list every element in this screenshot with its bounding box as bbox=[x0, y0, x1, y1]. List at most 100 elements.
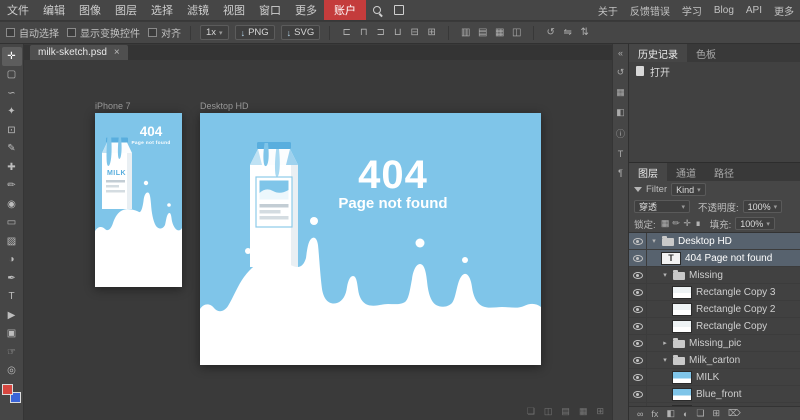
layer-visibility-toggle[interactable] bbox=[629, 335, 647, 351]
layer-visibility-toggle[interactable] bbox=[629, 284, 647, 300]
layer-row-rectangle-copy-3[interactable]: Rectangle Copy 3 bbox=[629, 284, 800, 301]
align-bottom-icon[interactable]: ⊞ bbox=[424, 27, 439, 38]
close-icon[interactable]: × bbox=[114, 47, 120, 58]
collapse-group-icon[interactable]: ▾ bbox=[661, 356, 669, 364]
distribute-horizontal-icon[interactable]: ▥ bbox=[458, 27, 473, 38]
layer-row-milk-carton[interactable]: ▾Milk_carton bbox=[629, 352, 800, 369]
layer-row-rectangle-copy-2[interactable]: Rectangle Copy 2 bbox=[629, 301, 800, 318]
new-layer-icon[interactable]: ⊞ bbox=[712, 408, 720, 419]
panel-tab[interactable]: 通道 bbox=[667, 163, 705, 181]
layer-row-missing[interactable]: ▾Missing bbox=[629, 267, 800, 284]
export-scale-select[interactable]: 1x ▾ bbox=[200, 25, 229, 40]
menu-link[interactable]: 关于 bbox=[592, 0, 624, 20]
menu-item[interactable]: 文件 bbox=[0, 0, 36, 20]
lock-transparency-icon[interactable]: ▦ bbox=[660, 218, 671, 229]
align-left-icon[interactable]: ⊏ bbox=[339, 27, 354, 38]
align-top-icon[interactable]: ⊔ bbox=[390, 27, 405, 38]
canvas-area[interactable]: iPhone 7 404 Page not found MILK bbox=[24, 60, 612, 420]
document-tab[interactable]: milk-sketch.psd × bbox=[30, 45, 128, 60]
layer-row-blue-front[interactable]: Blue_front bbox=[629, 386, 800, 403]
menu-item[interactable]: 更多 bbox=[288, 0, 324, 20]
rows-view-icon[interactable]: ▤ bbox=[561, 406, 570, 417]
layer-visibility-toggle[interactable] bbox=[629, 352, 647, 368]
eyedropper-tool[interactable]: ✎ bbox=[2, 140, 22, 159]
shape-tool[interactable]: ▣ bbox=[2, 325, 22, 344]
layer-thumbnail[interactable] bbox=[672, 286, 692, 299]
healing-brush-tool[interactable]: ✚ bbox=[2, 158, 22, 177]
apps-menu-icon[interactable]: ⊞ bbox=[596, 406, 604, 417]
thumbnails-view-icon[interactable]: ▦ bbox=[579, 406, 588, 417]
layer-row-rectangle-copy[interactable]: Rectangle Copy bbox=[629, 318, 800, 335]
option-checkbox[interactable]: 对齐 bbox=[148, 25, 181, 40]
option-checkbox[interactable]: 显示变换控件 bbox=[67, 25, 140, 40]
menu-item[interactable]: 图像 bbox=[72, 0, 108, 20]
zoom-tool[interactable]: ◎ bbox=[2, 362, 22, 381]
type-tool[interactable]: T bbox=[2, 288, 22, 307]
menu-item[interactable]: 视图 bbox=[216, 0, 252, 20]
magic-wand-tool[interactable]: ✦ bbox=[2, 103, 22, 122]
account-button[interactable]: 账户 bbox=[324, 0, 366, 20]
search-button[interactable] bbox=[366, 0, 388, 20]
layer-visibility-toggle[interactable] bbox=[629, 267, 647, 283]
adjustment-layer-icon[interactable]: ◐ bbox=[683, 409, 688, 419]
menu-item[interactable]: 窗口 bbox=[252, 0, 288, 20]
layer-visibility-toggle[interactable] bbox=[629, 301, 647, 317]
eraser-tool[interactable]: ▭ bbox=[2, 214, 22, 233]
align-center-horizontal-icon[interactable]: ⊓ bbox=[356, 27, 371, 38]
layer-visibility-toggle[interactable] bbox=[629, 233, 647, 249]
export-svg-button[interactable]: ↓ SVG bbox=[281, 25, 321, 40]
align-center-vertical-icon[interactable]: ⊟ bbox=[407, 27, 422, 38]
lock-pixels-icon[interactable]: ✏ bbox=[671, 218, 682, 229]
delete-layer-icon[interactable]: ⌦ bbox=[728, 408, 741, 419]
export-png-button[interactable]: ↓ PNG bbox=[235, 25, 275, 40]
crop-tool[interactable]: ⊡ bbox=[2, 121, 22, 140]
layer-thumbnail[interactable] bbox=[672, 388, 692, 401]
artboard-desktop-hd[interactable]: 404 Page not found bbox=[200, 113, 541, 365]
panel-tab[interactable]: 色板 bbox=[687, 44, 725, 62]
distribute-vertical-icon[interactable]: ▤ bbox=[475, 27, 490, 38]
panel-tab[interactable]: 历史记录 bbox=[629, 44, 687, 62]
lasso-tool[interactable]: ∽ bbox=[2, 84, 22, 103]
layer-visibility-toggle[interactable] bbox=[629, 386, 647, 402]
collapse-group-icon[interactable]: ▾ bbox=[650, 237, 658, 245]
text-layer-thumbnail[interactable]: T bbox=[661, 252, 681, 265]
layer-visibility-toggle[interactable] bbox=[629, 369, 647, 385]
fill-select[interactable]: 100% ▾ bbox=[735, 217, 775, 230]
layer-row-404-page-not-found[interactable]: T404 Page not found bbox=[629, 250, 800, 267]
artboard-label-iphone-7[interactable]: iPhone 7 bbox=[95, 101, 131, 111]
menu-link[interactable]: 反馈错误 bbox=[624, 0, 676, 20]
move-tool[interactable]: ✛ bbox=[2, 47, 22, 66]
clone-stamp-tool[interactable]: ◉ bbox=[2, 195, 22, 214]
info-panel-icon[interactable]: ⓘ bbox=[614, 127, 628, 140]
new-group-icon[interactable]: ❏ bbox=[696, 408, 704, 419]
menu-link[interactable]: 更多 bbox=[768, 0, 800, 20]
layer-visibility-toggle[interactable] bbox=[629, 318, 647, 334]
adjustments-panel-icon[interactable]: ◧ bbox=[614, 107, 628, 118]
menu-link[interactable]: 学习 bbox=[676, 0, 708, 20]
blend-mode-select[interactable]: 穿透 ▾ bbox=[634, 200, 690, 213]
character-panel-icon[interactable]: T bbox=[614, 149, 628, 159]
marquee-select-tool[interactable]: ▢ bbox=[2, 66, 22, 85]
layer-mask-icon[interactable]: ◧ bbox=[666, 408, 675, 419]
fullscreen-button[interactable] bbox=[388, 0, 410, 20]
distribute-centers-icon[interactable]: ◫ bbox=[509, 27, 524, 38]
brush-tool[interactable]: ✏ bbox=[2, 177, 22, 196]
flip-vertical-icon[interactable]: ⇅ bbox=[577, 27, 592, 38]
artboard-iphone-7[interactable]: 404 Page not found MILK bbox=[95, 113, 182, 287]
layer-thumbnail[interactable] bbox=[672, 303, 692, 316]
layer-row-missing-pic[interactable]: ▸Missing_pic bbox=[629, 335, 800, 352]
swatches-panel-icon[interactable]: ▦ bbox=[614, 87, 628, 98]
opacity-select[interactable]: 100% ▾ bbox=[743, 200, 783, 213]
grid-view-icon[interactable]: ❏ bbox=[527, 406, 535, 417]
menu-link[interactable]: API bbox=[740, 0, 768, 20]
menu-link[interactable]: Blog bbox=[708, 0, 740, 20]
path-select-tool[interactable]: ▶ bbox=[2, 306, 22, 325]
distribute-gaps-icon[interactable]: ▦ bbox=[492, 27, 507, 38]
layer-filter-select[interactable]: Kind ▾ bbox=[671, 183, 706, 196]
panel-tab[interactable]: 路径 bbox=[705, 163, 743, 181]
layer-effects-icon[interactable]: fx bbox=[651, 409, 658, 419]
color-swatches[interactable] bbox=[2, 384, 21, 403]
layer-visibility-toggle[interactable] bbox=[629, 250, 647, 266]
flip-horizontal-icon[interactable]: ⇋ bbox=[560, 27, 575, 38]
lock-position-icon[interactable]: ✛ bbox=[682, 218, 693, 229]
